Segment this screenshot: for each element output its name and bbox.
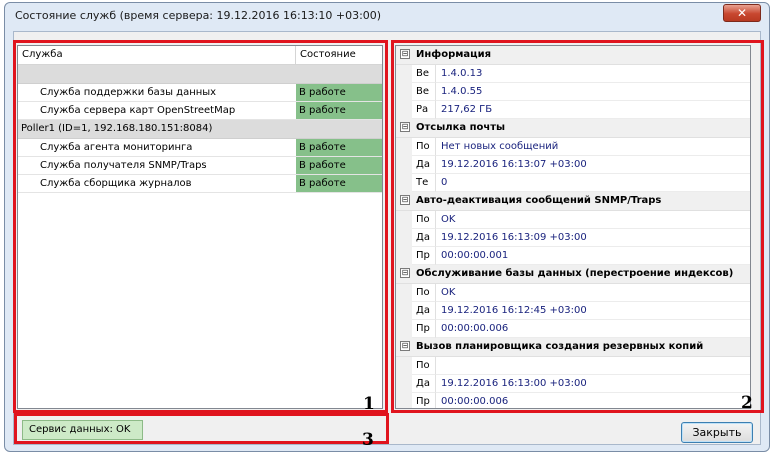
title-bar: Состояние служб (время сервера: 19.12.20… bbox=[5, 3, 769, 31]
window-close-button[interactable]: ✕ bbox=[723, 4, 761, 22]
close-button[interactable]: Закрыть bbox=[681, 422, 753, 443]
window-title: Состояние служб (время сервера: 19.12.20… bbox=[15, 9, 382, 22]
highlight-box-status bbox=[14, 413, 389, 444]
callout-number-1: 1 bbox=[363, 394, 375, 414]
close-icon: ✕ bbox=[736, 6, 748, 20]
callout-number-2: 2 bbox=[741, 393, 753, 413]
callout-number-3: 3 bbox=[362, 430, 374, 450]
highlight-box-services bbox=[13, 40, 388, 413]
highlight-box-info bbox=[391, 40, 764, 413]
